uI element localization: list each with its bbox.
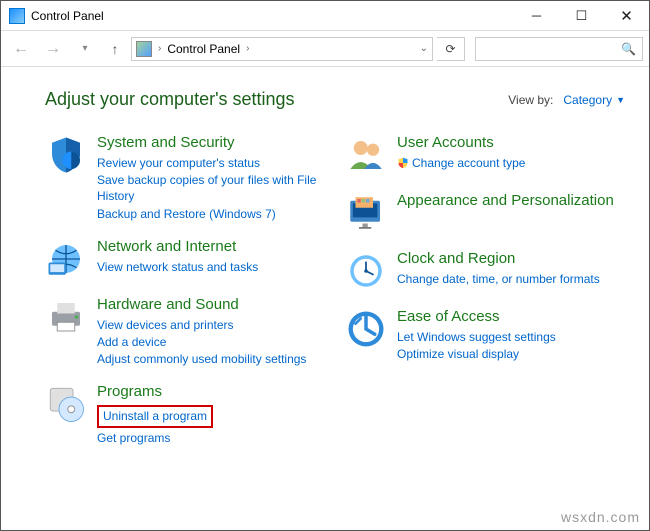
users-title[interactable]: User Accounts (397, 134, 525, 152)
category-system-security: System and Security Review your computer… (45, 134, 325, 222)
link-backup-restore[interactable]: Backup and Restore (Windows 7) (97, 206, 325, 222)
network-icon[interactable] (45, 238, 87, 280)
ease-title[interactable]: Ease of Access (397, 308, 556, 326)
control-panel-icon (9, 8, 25, 24)
link-optimize-display[interactable]: Optimize visual display (397, 346, 556, 362)
view-by-dropdown[interactable]: Category ▼ (563, 93, 625, 107)
page-title: Adjust your computer's settings (45, 89, 295, 110)
shield-icon[interactable] (45, 134, 87, 176)
search-input[interactable]: 🔍 (475, 37, 643, 61)
chevron-right-icon: › (158, 43, 161, 54)
up-button[interactable]: ↑ (103, 37, 127, 61)
link-change-date-time[interactable]: Change date, time, or number formats (397, 271, 600, 287)
location-icon (136, 41, 152, 57)
content: Adjust your computer's settings View by:… (1, 67, 649, 456)
category-ease-of-access: Ease of Access Let Windows suggest setti… (345, 308, 625, 362)
network-title[interactable]: Network and Internet (97, 238, 258, 256)
system-security-title[interactable]: System and Security (97, 134, 325, 152)
link-file-history[interactable]: Save backup copies of your files with Fi… (97, 172, 325, 204)
monitor-icon[interactable] (345, 192, 387, 234)
category-programs: Programs Uninstall a program Get program… (45, 383, 325, 445)
link-mobility[interactable]: Adjust commonly used mobility settings (97, 351, 306, 367)
right-column: User Accounts Change account type Appear… (345, 134, 625, 446)
uac-shield-icon (397, 157, 409, 169)
category-clock: Clock and Region Change date, time, or n… (345, 250, 625, 292)
chevron-down-icon: ▼ (616, 95, 625, 105)
breadcrumb-root[interactable]: Control Panel (167, 42, 240, 56)
address-bar[interactable]: › Control Panel › ⌄ (131, 37, 433, 61)
clock-icon[interactable] (345, 250, 387, 292)
highlight-box: Uninstall a program (97, 405, 213, 427)
close-button[interactable]: ✕ (604, 1, 649, 30)
maximize-button[interactable]: ☐ (559, 1, 604, 30)
back-button[interactable]: ← (7, 35, 35, 63)
link-uninstall-program[interactable]: Uninstall a program (103, 409, 207, 423)
titlebar: Control Panel ─ ☐ ✕ (1, 1, 649, 31)
category-hardware: Hardware and Sound View devices and prin… (45, 296, 325, 368)
clock-title[interactable]: Clock and Region (397, 250, 600, 268)
forward-button[interactable]: → (39, 35, 67, 63)
programs-title[interactable]: Programs (97, 383, 213, 401)
appearance-title[interactable]: Appearance and Personalization (397, 192, 614, 210)
category-appearance: Appearance and Personalization (345, 192, 625, 234)
minimize-button[interactable]: ─ (514, 1, 559, 30)
chevron-down-icon[interactable]: ⌄ (420, 43, 428, 54)
refresh-button[interactable]: ⟳ (437, 37, 465, 61)
hardware-title[interactable]: Hardware and Sound (97, 296, 306, 314)
link-devices-printers[interactable]: View devices and printers (97, 317, 306, 333)
link-add-device[interactable]: Add a device (97, 334, 306, 350)
link-change-account-type[interactable]: Change account type (397, 155, 525, 171)
left-column: System and Security Review your computer… (45, 134, 325, 446)
users-icon[interactable] (345, 134, 387, 176)
view-by-value: Category (563, 93, 612, 107)
navbar: ← → ▾ ↑ › Control Panel › ⌄ ⟳ 🔍 (1, 31, 649, 67)
printer-icon[interactable] (45, 296, 87, 338)
link-suggest-settings[interactable]: Let Windows suggest settings (397, 329, 556, 345)
view-by-label: View by: (508, 93, 553, 107)
link-get-programs[interactable]: Get programs (97, 430, 213, 446)
chevron-right-icon: › (246, 43, 249, 54)
disc-icon[interactable] (45, 383, 87, 425)
link-review-status[interactable]: Review your computer's status (97, 155, 325, 171)
ease-of-access-icon[interactable] (345, 308, 387, 350)
history-dropdown[interactable]: ▾ (71, 35, 99, 63)
view-by: View by: Category ▼ (508, 93, 625, 107)
window-title: Control Panel (31, 9, 104, 23)
search-icon: 🔍 (621, 42, 636, 56)
category-user-accounts: User Accounts Change account type (345, 134, 625, 176)
link-network-status[interactable]: View network status and tasks (97, 259, 258, 275)
category-network: Network and Internet View network status… (45, 238, 325, 280)
watermark: wsxdn.com (561, 509, 640, 525)
